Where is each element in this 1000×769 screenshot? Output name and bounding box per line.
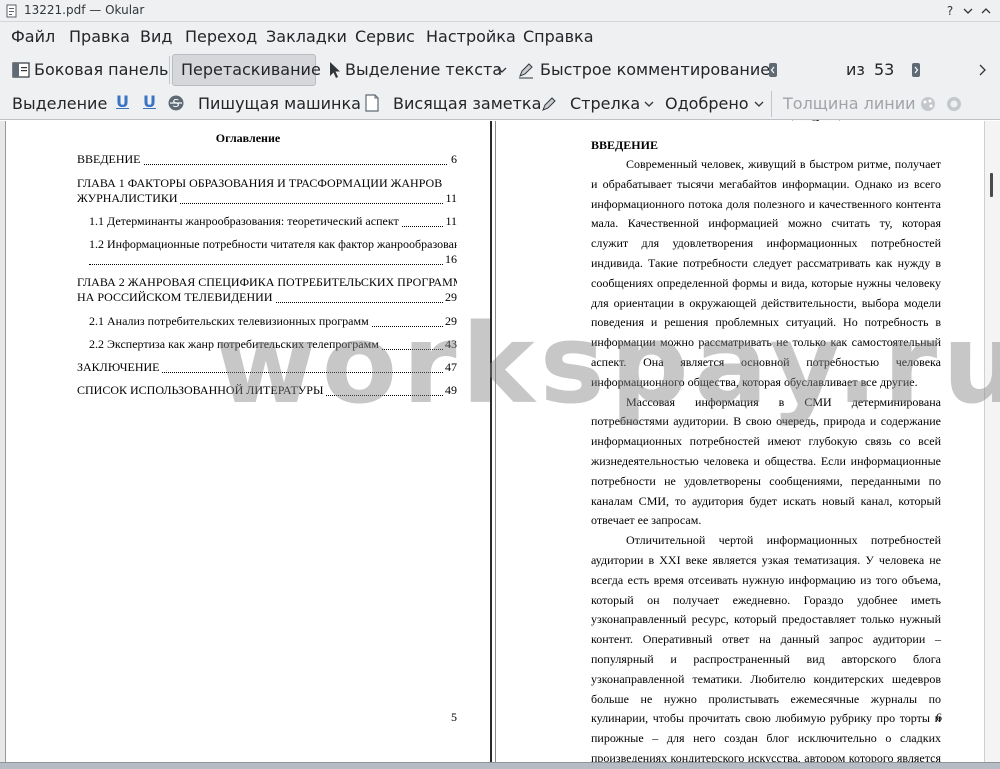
toc-entry-text: 2.2 Экспертиза как жанр потребительских … xyxy=(89,337,381,351)
underline-icon[interactable]: U xyxy=(116,92,129,111)
paragraph: Отличительной чертой информационных потр… xyxy=(591,533,941,765)
toc-entry-text: ЗАКЛЮЧЕНИЕ xyxy=(77,360,162,374)
pen-tool-icon xyxy=(542,97,556,111)
toc-entry-text: 2.1 Анализ потребительских телевизионных… xyxy=(89,314,371,328)
toc-entry-page: 43 xyxy=(443,337,457,352)
toc-entry-text: ГЛАВА 1 ФАКТОРЫ ОБРАЗОВАНИЯ И ТРАСФОРМАЦ… xyxy=(77,176,445,190)
toc-entry-text: ЖУРНАЛИСТИКИ xyxy=(77,191,180,205)
chevron-down-icon[interactable] xyxy=(644,99,654,109)
toc-entry[interactable]: НА РОССИЙСКОМ ТЕЛЕВИДЕНИИ 29 xyxy=(77,290,457,306)
scrollbar-thumb[interactable] xyxy=(990,173,993,197)
toc-entry[interactable]: ГЛАВА 1 ФАКТОРЫ ОБРАЗОВАНИЯ И ТРАСФОРМАЦ… xyxy=(77,176,457,192)
toc-entry-text: 1.2 Информационные потребности читателя … xyxy=(89,237,457,251)
minimize-icon[interactable] xyxy=(960,3,976,19)
toc-entry[interactable]: 1.2 Информационные потребности читателя … xyxy=(89,237,457,253)
toc-entry-text: ГЛАВА 2 ЖАНРОВАЯ СПЕЦИФИКА ПОТРЕБИТЕЛЬСК… xyxy=(77,275,457,289)
toc-entry-page: 29 xyxy=(443,314,457,329)
toc-entry[interactable]: ЗАКЛЮЧЕНИЕ 47 xyxy=(77,360,457,376)
help-icon[interactable]: ? xyxy=(942,3,958,19)
toc-entry-page: 49 xyxy=(443,383,457,398)
page-number: 6 xyxy=(936,710,942,724)
toc-entry[interactable]: 1.1 Детерминанты жанрообразования: теоре… xyxy=(89,214,457,230)
color-picker-icon[interactable] xyxy=(919,95,937,113)
toc-entry-page: 11 xyxy=(443,214,457,229)
body-text: Современный человек, живущий в быстром р… xyxy=(591,155,941,769)
pdf-file-icon xyxy=(6,4,17,18)
toc-entry-text: СПИСОК ИСПОЛЬЗОВАННОЙ ЛИТЕРАТУРЫ xyxy=(77,383,326,397)
line-width-button[interactable]: Толщина линии xyxy=(783,94,916,113)
toc-entry-page: 16 xyxy=(443,252,457,267)
toc-entry-text: ВВЕДЕНИЕ xyxy=(77,152,143,166)
paragraph: Современный человек, живущий в быстром р… xyxy=(591,157,941,389)
toc-entry-page: 11 xyxy=(443,191,457,206)
title-bar: 13221.pdf — Okular ? xyxy=(0,0,1000,22)
toc-entry[interactable]: 2.2 Экспертиза как жанр потребительских … xyxy=(89,337,457,353)
menu-bookmarks[interactable]: Закладки xyxy=(266,27,347,46)
strikeout-icon[interactable]: S xyxy=(167,94,185,112)
toc-entry[interactable]: ГЛАВА 2 ЖАНРОВАЯ СПЕЦИФИКА ПОТРЕБИТЕЛЬСК… xyxy=(77,275,457,291)
page-number: 5 xyxy=(451,710,457,724)
toc-entry-text: 1.1 Детерминанты жанрообразования: теоре… xyxy=(89,214,401,228)
toc-entry-text: НА РОССИЙСКОМ ТЕЛЕВИДЕНИИ xyxy=(77,290,275,304)
opacity-icon[interactable] xyxy=(945,95,963,113)
arrow-tool-button[interactable]: Стрелка xyxy=(570,94,640,113)
menu-settings[interactable]: Настройка xyxy=(426,27,516,46)
chevron-down-icon[interactable] xyxy=(497,65,507,75)
next-page-icon[interactable] xyxy=(911,62,921,78)
page-6: ВВЕДЕНИЕ Современный человек, живущий в … xyxy=(496,121,984,769)
sidebar-toggle-button[interactable]: Боковая панель xyxy=(34,60,168,79)
annotation-toolbar: Выделение U U S Пишущая машинка Висящая … xyxy=(0,88,1000,120)
menu-edit[interactable]: Правка xyxy=(69,27,130,46)
toc-entry-page: 6 xyxy=(449,152,457,167)
text-selection-button[interactable]: Выделение текста xyxy=(345,60,502,79)
window-title: 13221.pdf — Okular xyxy=(24,3,145,17)
typewriter-tool-button[interactable]: Пишущая машинка xyxy=(198,94,361,113)
page-total-label: 53 xyxy=(874,60,895,79)
toc-entry[interactable]: 2.1 Анализ потребительских телевизионных… xyxy=(89,314,457,330)
toc-entry-page: 47 xyxy=(443,360,457,375)
toc-entry[interactable]: ЖУРНАЛИСТИКИ 11 xyxy=(77,191,457,207)
page-5: Оглавление ВВЕДЕНИЕ 6 ГЛАВА 1 ФАКТОРЫ ОБ… xyxy=(6,121,490,769)
menu-bar: Файл Правка Вид Переход Закладки Сервис … xyxy=(0,22,1000,52)
chevron-right-icon[interactable] xyxy=(977,64,987,76)
squiggle-underline-icon[interactable]: U xyxy=(143,92,156,111)
toc-entry-page: 29 xyxy=(443,290,457,305)
browse-tool-button[interactable]: Перетаскивание xyxy=(172,54,321,86)
toc-entry[interactable]: ВВЕДЕНИЕ 6 xyxy=(77,152,457,168)
toc-title: Оглавление xyxy=(215,131,281,145)
window-bottom-edge xyxy=(0,762,1000,769)
page-of-label: из xyxy=(846,60,865,79)
menu-view[interactable]: Вид xyxy=(140,27,172,46)
document-view[interactable]: Оглавление ВВЕДЕНИЕ 6 ГЛАВА 1 ФАКТОРЫ ОБ… xyxy=(0,121,1000,769)
vertical-scrollbar[interactable] xyxy=(984,121,1000,769)
highlight-tool-button[interactable]: Выделение xyxy=(12,94,107,113)
stamp-tool-button[interactable]: Одобрено xyxy=(665,94,749,113)
previous-page-icon[interactable] xyxy=(768,62,778,78)
quick-annotation-button[interactable]: Быстрое комментирование xyxy=(540,60,770,79)
toc-entry[interactable]: 16 xyxy=(89,252,457,268)
section-heading: ВВЕДЕНИЕ xyxy=(591,138,658,152)
menu-go[interactable]: Переход xyxy=(185,27,257,46)
chevron-down-icon[interactable] xyxy=(754,99,764,109)
menu-tools[interactable]: Сервис xyxy=(355,27,415,46)
main-toolbar: Боковая панель Перетаскивание Выделение … xyxy=(0,52,1000,136)
close-icon[interactable] xyxy=(992,3,1000,19)
menu-file[interactable]: Файл xyxy=(11,27,55,46)
inline-note-button[interactable]: Висящая заметка xyxy=(393,94,541,113)
note-icon xyxy=(365,94,379,112)
menu-help[interactable]: Справка xyxy=(523,27,594,46)
toc-entry[interactable]: СПИСОК ИСПОЛЬЗОВАННОЙ ЛИТЕРАТУРЫ 49 xyxy=(77,383,457,399)
paragraph: Массовая информация в СМИ детерминирован… xyxy=(591,394,941,528)
text-cursor-icon xyxy=(330,62,340,78)
sidebar-icon xyxy=(12,62,30,78)
pen-icon xyxy=(519,63,533,79)
